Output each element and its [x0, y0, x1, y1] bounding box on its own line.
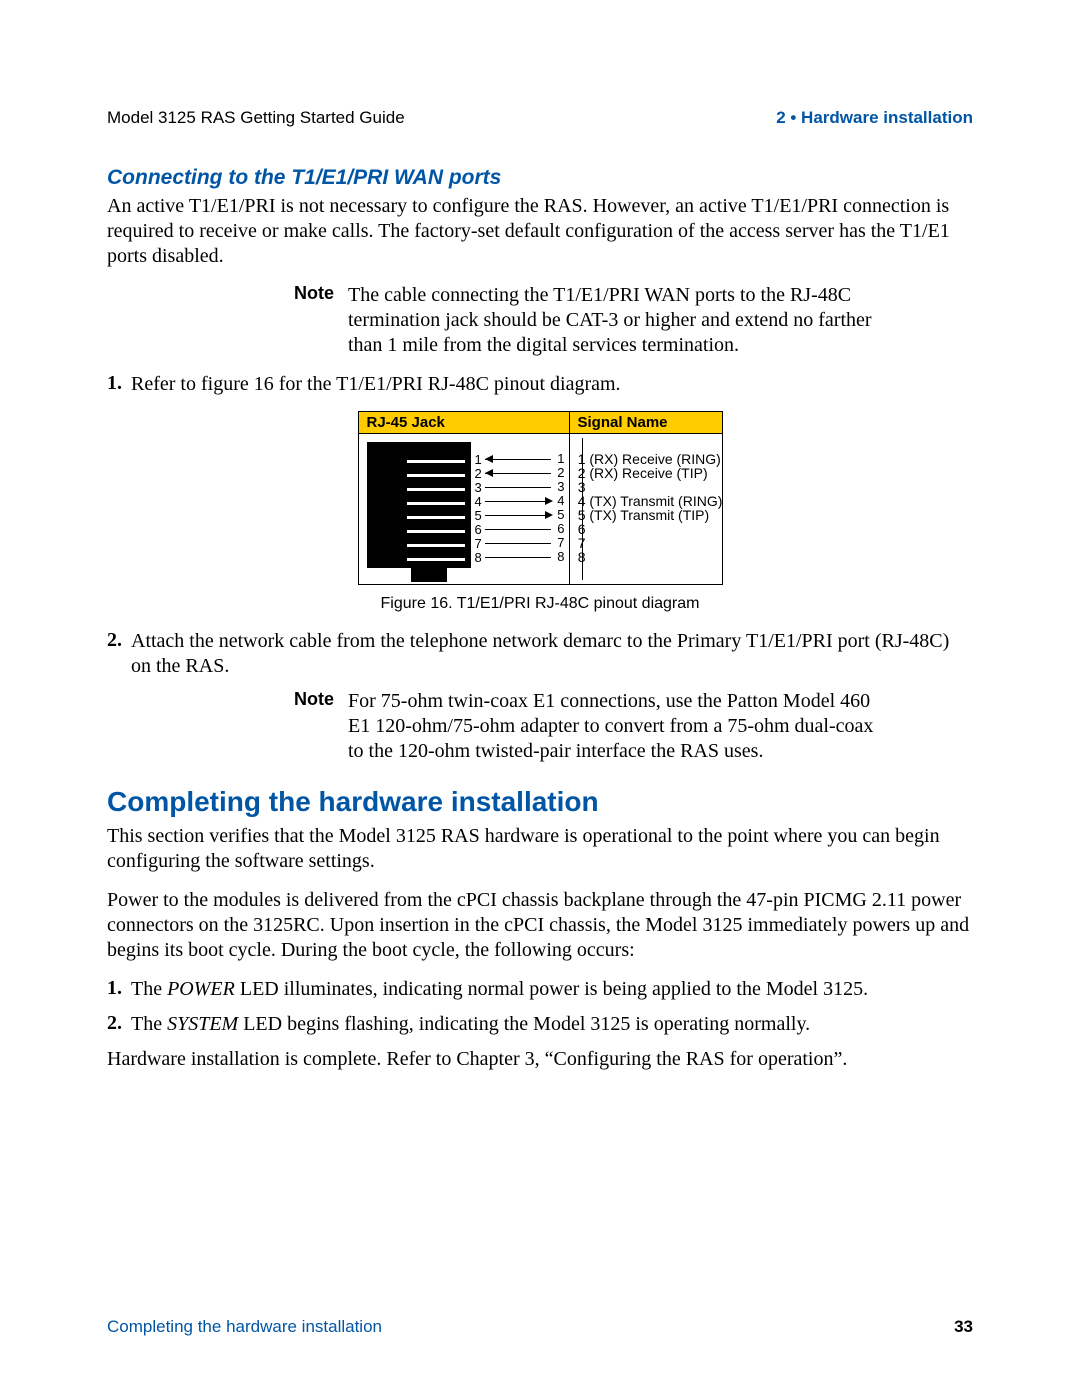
wire-num: 4 — [557, 493, 564, 508]
step-number: 2. — [107, 629, 131, 679]
completing-p3: Hardware installation is complete. Refer… — [107, 1047, 973, 1072]
step-1: 1. Refer to figure 16 for the T1/E1/PRI … — [107, 372, 973, 397]
completing-p1: This section verifies that the Model 312… — [107, 824, 973, 874]
wire-num: 3 — [557, 479, 564, 494]
jack-body — [367, 442, 471, 568]
step-text: The SYSTEM LED begins flashing, indicati… — [131, 1012, 973, 1037]
step-number: 1. — [107, 372, 131, 397]
note-label: Note — [219, 689, 348, 764]
footer-page-number: 33 — [954, 1317, 973, 1337]
note-label: Note — [219, 283, 348, 358]
figure-16: RJ-45 Jack Signal Name — [107, 411, 973, 613]
power-led-label: POWER — [167, 978, 235, 1000]
pin-label: 6 — [475, 522, 482, 537]
step-text: The POWER LED illuminates, indicating no… — [131, 977, 973, 1002]
heading-completing: Completing the hardware installation — [107, 786, 973, 818]
col-header-signal: Signal Name — [569, 412, 722, 434]
rj45-jack-icon: 1 2 3 4 5 6 7 8 — [359, 434, 569, 584]
sig-label: (TX) Transmit (TIP) — [589, 507, 709, 523]
sig-num: 8 — [572, 549, 586, 565]
system-led-label: SYSTEM — [167, 1013, 238, 1035]
col-header-jack: RJ-45 Jack — [358, 412, 569, 434]
sig-label: (RX) Receive (TIP) — [589, 465, 707, 481]
pinout-table: RJ-45 Jack Signal Name — [358, 411, 723, 585]
intro-paragraph: An active T1/E1/PRI is not necessary to … — [107, 194, 973, 269]
wire-num: 1 — [557, 451, 564, 466]
wire-num: 5 — [557, 507, 564, 522]
wire-num: 6 — [557, 521, 564, 536]
pin-label: 2 — [475, 466, 482, 481]
page-footer: Completing the hardware installation 33 — [107, 1317, 973, 1337]
page-header: Model 3125 RAS Getting Started Guide 2 •… — [107, 108, 973, 128]
note-body: The cable connecting the T1/E1/PRI WAN p… — [348, 283, 878, 358]
boot-step-1: 1. The POWER LED illuminates, indicating… — [107, 977, 973, 1002]
wire-num: 2 — [557, 465, 564, 480]
pin-label: 3 — [475, 480, 482, 495]
figure-caption: Figure 16. T1/E1/PRI RJ-48C pinout diagr… — [107, 595, 973, 613]
pin-label: 1 — [475, 452, 482, 467]
header-chapter: 2 • Hardware installation — [776, 108, 973, 128]
note-block-1: Note The cable connecting the T1/E1/PRI … — [107, 283, 973, 358]
note-body: For 75-ohm twin-coax E1 connections, use… — [348, 689, 878, 764]
completing-p2: Power to the modules is delivered from t… — [107, 888, 973, 963]
footer-section-title: Completing the hardware installation — [107, 1317, 382, 1337]
step-text: Attach the network cable from the teleph… — [131, 629, 973, 679]
step-text: Refer to figure 16 for the T1/E1/PRI RJ-… — [131, 372, 973, 397]
subheading-connecting: Connecting to the T1/E1/PRI WAN ports — [107, 166, 973, 190]
page: Model 3125 RAS Getting Started Guide 2 •… — [0, 0, 1080, 1397]
pin-label: 8 — [475, 550, 482, 565]
note-block-2: Note For 75-ohm twin-coax E1 connections… — [107, 689, 973, 764]
pin-label: 5 — [475, 508, 482, 523]
step-2: 2. Attach the network cable from the tel… — [107, 629, 973, 679]
boot-step-2: 2. The SYSTEM LED begins flashing, indic… — [107, 1012, 973, 1037]
wire-num: 8 — [557, 549, 564, 564]
jack-diagram-cell: 1 2 3 4 5 6 7 8 — [358, 434, 569, 585]
step-number: 1. — [107, 977, 131, 1002]
pin-label: 7 — [475, 536, 482, 551]
pin-label: 4 — [475, 494, 482, 509]
header-guide-title: Model 3125 RAS Getting Started Guide — [107, 108, 405, 128]
step-number: 2. — [107, 1012, 131, 1037]
signal-cell: 1 (RX) Receive (RING) 2 (RX) Receive (TI… — [569, 434, 722, 585]
wire-num: 7 — [557, 535, 564, 550]
